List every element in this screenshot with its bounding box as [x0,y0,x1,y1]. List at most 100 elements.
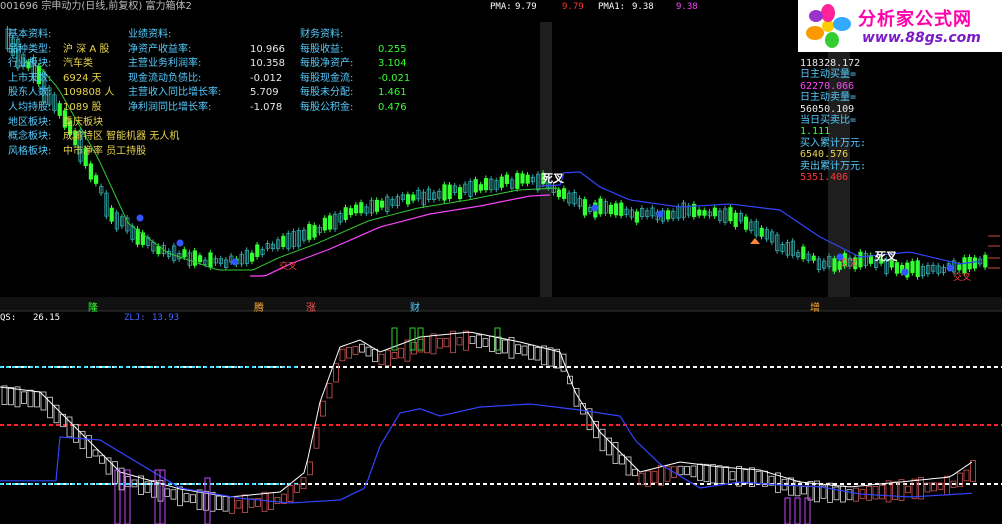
perf-value: 10.358 [250,58,285,70]
pma1-value: 9.38 [632,2,654,12]
oscillator-bar [788,477,794,496]
basic-label: 股东人数: [8,87,52,99]
basic-label: 风格板块: [8,145,52,157]
oscillator-bar [469,336,476,344]
oscillator-bar [521,345,528,356]
basic-label: 地区板块: [8,116,52,128]
oscillator-bar [755,470,762,485]
basic-value: 1089 股 [63,102,102,113]
perf-label: 净利润同比增长率: [128,102,212,113]
candle-body [504,174,510,184]
stock-chart-window: 001696 宗申动力(日线,前复权) 富力箱体2 PMA: 9.79 9.79… [0,0,1002,524]
candle-body [811,255,816,261]
oscillator-bar [326,383,333,399]
shaded-zone [540,22,552,298]
candle-body [442,184,447,201]
candle-body [972,257,978,269]
trade-stat: 5351.406 [800,172,849,183]
oscillator-bar [801,485,807,495]
candle-body [379,200,385,208]
oscillator-bar [443,338,450,348]
basic-value: 109808 人 [63,87,115,99]
oscillator-bar [424,335,430,354]
candle-body [983,254,988,268]
qs-label: QS: [0,313,17,323]
oscillator-bar [294,484,300,493]
logo-url: www.88gs.com [862,30,981,46]
marker-zeng: 增 [810,303,820,314]
oscillator-bar [346,346,352,359]
oscillator-bar [450,330,456,354]
candle-body [473,179,478,193]
trade-stat: 当日买卖比= [800,115,857,126]
oscillator-bar [92,449,99,457]
oscillator-bar [898,479,905,501]
perf-label: 现金流动负债比: [128,72,202,84]
oscillator-bar [261,491,268,512]
candle-body [109,207,114,222]
oscillator-bar [853,487,859,502]
candle-body [255,244,260,257]
oscillator-white-line [0,331,973,498]
oscillator-bar [944,475,950,496]
oscillator-bar [528,344,534,360]
oscillator-bar [248,498,255,508]
zlj-value: 13.93 [152,313,180,323]
candle-body [307,224,312,240]
signal-dot [176,239,184,247]
candle-body [405,194,411,205]
candle-body [910,261,915,274]
oscillator-bar [235,500,242,509]
candle-body [515,172,520,189]
perf-label: 主营业务利润率: [128,58,202,70]
trade-stat: 买入累计万元: [800,137,867,149]
oscillator-bar [242,494,248,514]
oscillator-bar [437,338,443,349]
pma1-value-magenta: 9.38 [676,2,698,12]
candle-body [832,258,837,272]
candle-body [411,194,416,201]
perf-value: -0.012 [250,72,283,84]
oscillator-bar [378,353,385,365]
oscillator-bar [593,421,599,439]
oscillator-bar [339,348,346,362]
perf-value: 10.966 [250,43,285,55]
marker-zhang: 涨 [306,303,316,314]
candle-body [915,260,920,278]
oscillator-bar [190,494,196,504]
candle-body [614,203,619,216]
oscillator-bar [8,386,14,406]
candle-body [525,174,530,184]
cross-mark-1: 交叉 [279,262,298,272]
candle-body [457,187,463,200]
oscillator-bar [742,469,749,485]
basic-label: 品种类型: [8,43,52,55]
top-spike [417,327,424,351]
oscillator-bar [502,339,508,354]
oscillator-bar [963,469,970,482]
oscillator-bar [827,482,833,503]
cross-mark-3: 交叉 [953,273,972,283]
candle-body [666,210,671,220]
basic-heading: 基本资料: [8,29,52,40]
oscillator-bar [456,337,463,346]
candle-body [598,198,603,215]
oscillator-bar [229,496,235,514]
oscillator-bar [879,484,885,500]
oscillator-bar [385,349,391,367]
candle-body [556,189,562,198]
candle-body [582,199,588,216]
trade-stat: 日主动买量= [800,69,857,81]
candle-body [359,202,364,214]
window-title: 001696 宗申动力(日线,前复权) 富力箱体2 [0,1,192,12]
candle-body [801,246,806,260]
oscillator-bar [216,495,222,511]
basic-label: 上市天数: [8,72,52,84]
perf-label: 净资产收益率: [128,43,192,55]
trade-stat: 日主动卖量= [800,92,857,104]
oscillator-bar [274,497,281,504]
oscillator-bar [547,347,554,367]
oscillator-bar [365,346,372,357]
fin-label: 每股公积金: [300,102,354,113]
candle-body [197,255,203,263]
